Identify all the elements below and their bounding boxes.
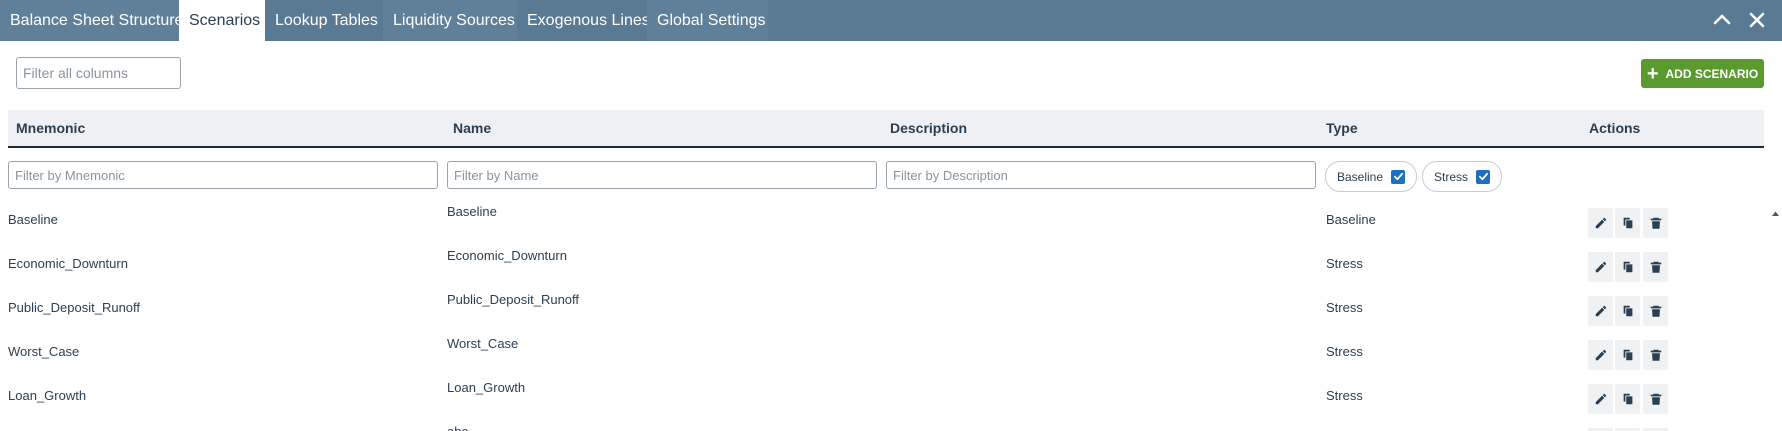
column-header-mnemonic[interactable]: Mnemonic xyxy=(16,110,85,146)
cell-name: Loan_Growth xyxy=(447,380,526,395)
copy-icon[interactable] xyxy=(1615,340,1640,370)
cell-name: Economic_Downturn xyxy=(447,248,567,263)
column-header-name[interactable]: Name xyxy=(453,110,491,146)
cell-mnemonic: Economic_Downturn xyxy=(8,256,128,271)
edit-icon[interactable] xyxy=(1588,384,1613,414)
checkbox-checked-icon[interactable] xyxy=(1391,169,1406,184)
delete-icon[interactable] xyxy=(1643,384,1668,414)
edit-icon[interactable] xyxy=(1588,296,1613,326)
tab-global-settings[interactable]: Global Settings xyxy=(647,0,768,41)
copy-icon[interactable] xyxy=(1615,208,1640,238)
checkbox-checked-icon[interactable] xyxy=(1476,169,1491,184)
edit-icon[interactable] xyxy=(1588,252,1613,282)
edit-icon[interactable] xyxy=(1588,340,1613,370)
cell-name: Public_Deposit_Runoff xyxy=(447,292,580,307)
edit-icon[interactable] xyxy=(1588,208,1613,238)
cell-type: Stress xyxy=(1326,256,1363,271)
delete-icon[interactable] xyxy=(1643,252,1668,282)
delete-icon[interactable] xyxy=(1643,296,1668,326)
copy-icon[interactable] xyxy=(1615,252,1640,282)
add-scenario-button[interactable]: + ADD SCENARIO xyxy=(1641,59,1764,88)
cell-mnemonic: Baseline xyxy=(8,212,58,227)
tab-lookup-tables[interactable]: Lookup Tables xyxy=(265,0,383,41)
cell-type: Stress xyxy=(1326,344,1363,359)
cell-type: Stress xyxy=(1326,300,1363,315)
delete-icon[interactable] xyxy=(1643,340,1668,370)
tab-liquidity-sources[interactable]: Liquidity Sources xyxy=(383,0,517,41)
type-filter-stress[interactable]: Stress xyxy=(1422,161,1502,192)
column-header-actions: Actions xyxy=(1589,120,1641,136)
tab-scenarios[interactable]: Scenarios xyxy=(179,0,265,41)
cell-mnemonic: Worst_Case xyxy=(8,344,80,359)
scrollbar-track[interactable] xyxy=(1778,168,1782,431)
table-header: Mnemonic Name Description Type Actions xyxy=(8,110,1764,148)
cell-name: Worst_Case xyxy=(447,336,519,351)
add-scenario-label: ADD SCENARIO xyxy=(1665,66,1759,81)
cell-name: Baseline xyxy=(447,204,497,219)
cell-name: abc xyxy=(447,424,468,431)
column-header-description[interactable]: Description xyxy=(890,110,967,146)
cell-type: Stress xyxy=(1326,388,1363,403)
close-icon[interactable] xyxy=(1743,6,1771,34)
filter-all-input[interactable] xyxy=(16,57,181,89)
cell-type: Baseline xyxy=(1326,212,1376,227)
chevron-up-icon[interactable] xyxy=(1708,6,1736,34)
cell-mnemonic: Loan_Growth xyxy=(8,388,87,403)
filter-mnemonic-input[interactable] xyxy=(8,161,438,189)
delete-icon[interactable] xyxy=(1643,208,1668,238)
tab-balance-sheet-structure[interactable]: Balance Sheet Structure xyxy=(0,0,183,41)
type-filter-baseline-label: Baseline xyxy=(1337,169,1384,184)
tab-bar: Balance Sheet Structure Scenarios Lookup… xyxy=(0,0,1782,41)
plus-icon: + xyxy=(1646,62,1659,85)
filter-description-input[interactable] xyxy=(886,161,1316,189)
column-header-type[interactable]: Type xyxy=(1326,110,1358,146)
type-filter-stress-label: Stress xyxy=(1434,169,1469,184)
filter-name-input[interactable] xyxy=(447,161,877,189)
tab-exogenous-lines[interactable]: Exogenous Lines xyxy=(517,0,650,41)
type-filter-baseline[interactable]: Baseline xyxy=(1325,161,1417,192)
cell-mnemonic: Public_Deposit_Runoff xyxy=(8,300,141,315)
copy-icon[interactable] xyxy=(1615,384,1640,414)
copy-icon[interactable] xyxy=(1615,296,1640,326)
